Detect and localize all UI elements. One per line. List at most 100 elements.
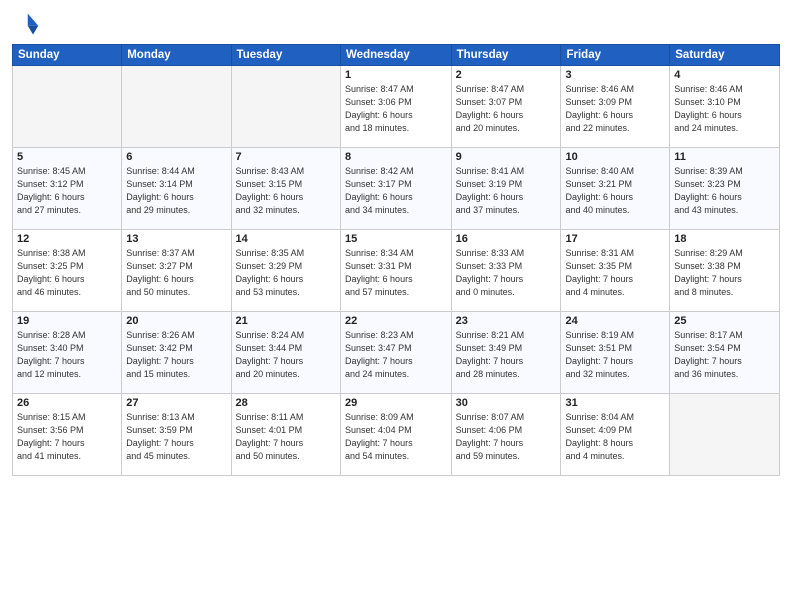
- day-info: Sunrise: 8:23 AMSunset: 3:47 PMDaylight:…: [345, 329, 447, 381]
- day-info: Sunrise: 8:31 AMSunset: 3:35 PMDaylight:…: [565, 247, 665, 299]
- calendar-cell: 18Sunrise: 8:29 AMSunset: 3:38 PMDayligh…: [670, 230, 780, 312]
- calendar-cell: 20 Sunrise: 8:26 AMSunset: 3:42 PMDayligh…: [122, 312, 231, 394]
- day-info: Sunrise: 8:17 AMSunset: 3:54 PMDaylight:…: [674, 329, 775, 381]
- header-friday: Friday: [561, 45, 670, 66]
- day-info: Sunrise: 8:47 AMSunset: 3:07 PMDaylight:…: [456, 83, 557, 135]
- calendar-cell: 28 Sunrise: 8:11 AMSunset: 4:01 PMDayligh…: [231, 394, 340, 476]
- day-number: 2: [456, 69, 557, 81]
- day-info: Sunrise: 8:09 AMSunset: 4:04 PMDaylight:…: [345, 411, 447, 463]
- day-number: 23: [456, 315, 557, 327]
- day-number: 9: [456, 151, 557, 163]
- day-info: Sunrise: 8:21 AMSunset: 3:49 PMDaylight:…: [456, 329, 557, 381]
- calendar-cell: [231, 66, 340, 148]
- calendar-week-row: 1 Sunrise: 8:47 AMSunset: 3:06 PMDaylight…: [13, 66, 780, 148]
- calendar-cell: 16Sunrise: 8:33 AMSunset: 3:33 PMDayligh…: [451, 230, 561, 312]
- calendar-cell: 5 Sunrise: 8:45 AMSunset: 3:12 PMDaylight…: [13, 148, 122, 230]
- day-number: 3: [565, 69, 665, 81]
- calendar-cell: [13, 66, 122, 148]
- day-number: 21: [236, 315, 336, 327]
- calendar-cell: 30 Sunrise: 8:07 AMSunset: 4:06 PMDayligh…: [451, 394, 561, 476]
- day-number: 15: [345, 233, 447, 245]
- day-info: Sunrise: 8:11 AMSunset: 4:01 PMDaylight:…: [236, 411, 336, 463]
- calendar-header-row: SundayMondayTuesdayWednesdayThursdayFrid…: [13, 45, 780, 66]
- page: SundayMondayTuesdayWednesdayThursdayFrid…: [0, 0, 792, 612]
- day-number: 6: [126, 151, 226, 163]
- header: [12, 10, 780, 38]
- calendar-cell: 6 Sunrise: 8:44 AMSunset: 3:14 PMDaylight…: [122, 148, 231, 230]
- calendar-week-row: 19 Sunrise: 8:28 AMSunset: 3:40 PMDayligh…: [13, 312, 780, 394]
- day-number: 29: [345, 397, 447, 409]
- calendar-cell: 31 Sunrise: 8:04 AMSunset: 4:09 PMDayligh…: [561, 394, 670, 476]
- calendar-cell: 24Sunrise: 8:19 AMSunset: 3:51 PMDayligh…: [561, 312, 670, 394]
- day-number: 1: [345, 69, 447, 81]
- calendar-week-row: 26 Sunrise: 8:15 AMSunset: 3:56 PMDayligh…: [13, 394, 780, 476]
- day-number: 17: [565, 233, 665, 245]
- day-info: Sunrise: 8:46 AMSunset: 3:10 PMDaylight:…: [674, 83, 775, 135]
- calendar-cell: 3 Sunrise: 8:46 AMSunset: 3:09 PMDaylight…: [561, 66, 670, 148]
- calendar-week-row: 12 Sunrise: 8:38 AMSunset: 3:25 PMDayligh…: [13, 230, 780, 312]
- calendar-cell: 17 Sunrise: 8:31 AMSunset: 3:35 PMDayligh…: [561, 230, 670, 312]
- calendar-cell: 1 Sunrise: 8:47 AMSunset: 3:06 PMDaylight…: [341, 66, 452, 148]
- calendar-cell: 19 Sunrise: 8:28 AMSunset: 3:40 PMDayligh…: [13, 312, 122, 394]
- day-info: Sunrise: 8:38 AMSunset: 3:25 PMDaylight:…: [17, 247, 117, 299]
- day-info: Sunrise: 8:26 AMSunset: 3:42 PMDaylight:…: [126, 329, 226, 381]
- day-number: 14: [236, 233, 336, 245]
- day-number: 16: [456, 233, 557, 245]
- day-number: 11: [674, 151, 775, 163]
- header-monday: Monday: [122, 45, 231, 66]
- calendar-cell: [122, 66, 231, 148]
- day-info: Sunrise: 8:28 AMSunset: 3:40 PMDaylight:…: [17, 329, 117, 381]
- calendar-cell: 7Sunrise: 8:43 AMSunset: 3:15 PMDaylight…: [231, 148, 340, 230]
- calendar-cell: 29 Sunrise: 8:09 AMSunset: 4:04 PMDayligh…: [341, 394, 452, 476]
- day-info: Sunrise: 8:07 AMSunset: 4:06 PMDaylight:…: [456, 411, 557, 463]
- calendar-cell: 12 Sunrise: 8:38 AMSunset: 3:25 PMDayligh…: [13, 230, 122, 312]
- day-info: Sunrise: 8:04 AMSunset: 4:09 PMDaylight:…: [565, 411, 665, 463]
- day-number: 8: [345, 151, 447, 163]
- calendar-cell: 22 Sunrise: 8:23 AMSunset: 3:47 PMDayligh…: [341, 312, 452, 394]
- day-info: Sunrise: 8:44 AMSunset: 3:14 PMDaylight:…: [126, 165, 226, 217]
- calendar-cell: 15 Sunrise: 8:34 AMSunset: 3:31 PMDayligh…: [341, 230, 452, 312]
- calendar-cell: [670, 394, 780, 476]
- day-number: 31: [565, 397, 665, 409]
- day-info: Sunrise: 8:47 AMSunset: 3:06 PMDaylight:…: [345, 83, 447, 135]
- day-info: Sunrise: 8:35 AMSunset: 3:29 PMDaylight:…: [236, 247, 336, 299]
- day-number: 28: [236, 397, 336, 409]
- day-number: 7: [236, 151, 336, 163]
- day-info: Sunrise: 8:29 AMSunset: 3:38 PMDaylight:…: [674, 247, 775, 299]
- header-sunday: Sunday: [13, 45, 122, 66]
- day-number: 19: [17, 315, 117, 327]
- day-info: Sunrise: 8:37 AMSunset: 3:27 PMDaylight:…: [126, 247, 226, 299]
- day-info: Sunrise: 8:40 AMSunset: 3:21 PMDaylight:…: [565, 165, 665, 217]
- calendar-cell: 27 Sunrise: 8:13 AMSunset: 3:59 PMDayligh…: [122, 394, 231, 476]
- day-info: Sunrise: 8:45 AMSunset: 3:12 PMDaylight:…: [17, 165, 117, 217]
- calendar-cell: 14 Sunrise: 8:35 AMSunset: 3:29 PMDayligh…: [231, 230, 340, 312]
- calendar-cell: 8 Sunrise: 8:42 AMSunset: 3:17 PMDaylight…: [341, 148, 452, 230]
- day-number: 30: [456, 397, 557, 409]
- logo: [12, 10, 42, 38]
- calendar-cell: 21Sunrise: 8:24 AMSunset: 3:44 PMDayligh…: [231, 312, 340, 394]
- calendar-cell: 25 Sunrise: 8:17 AMSunset: 3:54 PMDayligh…: [670, 312, 780, 394]
- day-info: Sunrise: 8:46 AMSunset: 3:09 PMDaylight:…: [565, 83, 665, 135]
- calendar-cell: 9 Sunrise: 8:41 AMSunset: 3:19 PMDaylight…: [451, 148, 561, 230]
- calendar-cell: 11Sunrise: 8:39 AMSunset: 3:23 PMDayligh…: [670, 148, 780, 230]
- calendar-cell: 10Sunrise: 8:40 AMSunset: 3:21 PMDayligh…: [561, 148, 670, 230]
- day-number: 25: [674, 315, 775, 327]
- day-info: Sunrise: 8:41 AMSunset: 3:19 PMDaylight:…: [456, 165, 557, 217]
- header-saturday: Saturday: [670, 45, 780, 66]
- day-info: Sunrise: 8:42 AMSunset: 3:17 PMDaylight:…: [345, 165, 447, 217]
- day-number: 5: [17, 151, 117, 163]
- day-number: 20: [126, 315, 226, 327]
- day-number: 12: [17, 233, 117, 245]
- calendar-cell: 4Sunrise: 8:46 AMSunset: 3:10 PMDaylight…: [670, 66, 780, 148]
- calendar-cell: 2 Sunrise: 8:47 AMSunset: 3:07 PMDaylight…: [451, 66, 561, 148]
- calendar: SundayMondayTuesdayWednesdayThursdayFrid…: [12, 44, 780, 476]
- day-number: 26: [17, 397, 117, 409]
- day-info: Sunrise: 8:34 AMSunset: 3:31 PMDaylight:…: [345, 247, 447, 299]
- calendar-cell: 13Sunrise: 8:37 AMSunset: 3:27 PMDayligh…: [122, 230, 231, 312]
- day-number: 27: [126, 397, 226, 409]
- day-info: Sunrise: 8:13 AMSunset: 3:59 PMDaylight:…: [126, 411, 226, 463]
- day-info: Sunrise: 8:15 AMSunset: 3:56 PMDaylight:…: [17, 411, 117, 463]
- header-tuesday: Tuesday: [231, 45, 340, 66]
- calendar-cell: 23 Sunrise: 8:21 AMSunset: 3:49 PMDayligh…: [451, 312, 561, 394]
- day-number: 22: [345, 315, 447, 327]
